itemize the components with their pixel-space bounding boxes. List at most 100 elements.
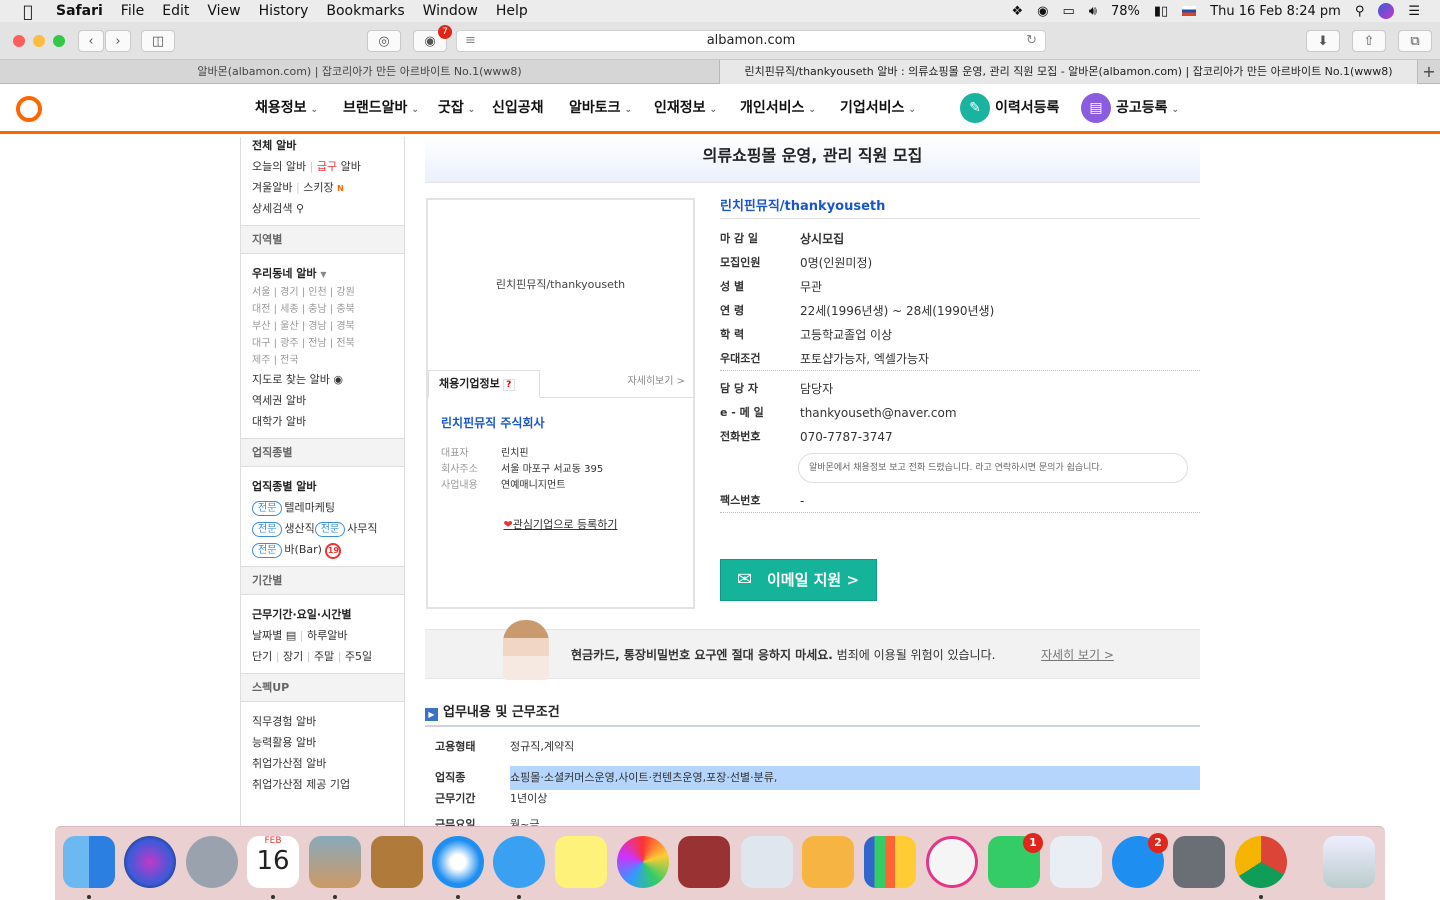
launchpad-icon[interactable] xyxy=(186,836,238,888)
warning-more-link[interactable]: 자세히 보기 > xyxy=(1041,630,1114,680)
preview-icon[interactable] xyxy=(309,836,361,888)
menu-app-name[interactable]: Safari xyxy=(56,3,103,19)
menu-view[interactable]: View xyxy=(207,3,240,19)
system-preferences-icon[interactable] xyxy=(1173,836,1225,888)
minimize-window-button[interactable] xyxy=(33,35,45,47)
spotlight-icon[interactable]: ⚲ xyxy=(1355,4,1365,19)
region-row[interactable]: 제주 | 전국 xyxy=(241,352,404,369)
adblock-extension-icon[interactable]: ◉ 7 xyxy=(413,25,452,52)
job-bar-link[interactable]: 전문 바(Bar) 19 xyxy=(241,539,404,560)
maps-icon[interactable] xyxy=(1050,836,1102,888)
tab-albamon-home[interactable]: 알바몬(albamon.com) | 잡코리아가 만든 아르바이트 No.1(w… xyxy=(0,60,720,84)
apple-icon[interactable]:  xyxy=(0,2,56,21)
company-info-tab[interactable]: 채용기업정보? xyxy=(428,370,540,398)
gnb-newcomer[interactable]: 신입공채 xyxy=(492,97,544,117)
email-apply-button[interactable]: ✉ 이메일 지원 > xyxy=(720,559,877,601)
reload-icon[interactable]: ↻ xyxy=(1026,31,1037,51)
tab-job-detail[interactable]: 린치핀뮤직/thankyouseth 알바 : 의류쇼핑몰 운영, 관리 직원 … xyxy=(720,60,1418,84)
spec-link[interactable]: 취업가산점 제공 기업 xyxy=(241,774,404,795)
gnb-talent[interactable]: 인재정보 ⌄ xyxy=(654,97,717,117)
job-telemarketing-link[interactable]: 전문 텔레마케팅 xyxy=(241,497,404,518)
itunes-icon[interactable] xyxy=(926,836,978,888)
forward-icon[interactable]: › xyxy=(105,30,131,52)
job-production-office-link[interactable]: 전문 생산직 전문 사무직 xyxy=(241,518,404,539)
my-area-link[interactable]: 우리동네 알바 ▼ xyxy=(241,263,404,284)
region-row[interactable]: 서울 | 경기 | 인천 | 강원 xyxy=(241,284,404,301)
address-bar[interactable]: ≡ albamon.com ↻ xyxy=(456,30,1046,52)
gnb-jobs[interactable]: 채용정보 ⌄ xyxy=(255,97,318,117)
employer-link[interactable]: 린치핀뮤직/thankyouseth xyxy=(720,195,1200,219)
company-name-link[interactable]: 린치핀뮤직 주식회사 xyxy=(441,414,545,431)
chrome-icon[interactable] xyxy=(1235,836,1287,888)
keynote-icon[interactable] xyxy=(741,836,793,888)
flag-icon[interactable] xyxy=(1182,6,1197,16)
reader-icon[interactable]: ≡ xyxy=(465,31,476,51)
spec-link[interactable]: 취업가산점 알바 xyxy=(241,753,404,774)
resume-icon[interactable]: ✎ xyxy=(960,93,990,123)
menu-help[interactable]: Help xyxy=(496,3,528,19)
detail-search-link[interactable]: 상세검색 ⚲ xyxy=(241,198,404,219)
grammarly-extension-icon[interactable]: ◎ xyxy=(367,30,401,52)
region-row[interactable]: 대구 | 광주 | 전남 | 전북 xyxy=(241,335,404,352)
region-row[interactable]: 대전 | 세종 | 충남 | 충북 xyxy=(241,301,404,318)
region-row[interactable]: 부산 | 울산 | 경남 | 경북 xyxy=(241,318,404,335)
siri-app-icon[interactable] xyxy=(124,836,176,888)
today-jobs-link[interactable]: 오늘의 알바 | 급구 알바 xyxy=(241,156,404,177)
menu-window[interactable]: Window xyxy=(423,3,478,19)
gnb-brand[interactable]: 브랜드알바 ⌄ xyxy=(343,97,419,117)
company-more-link[interactable]: 자세히보기 > xyxy=(627,370,685,394)
notification-center-icon[interactable]: ☰ xyxy=(1408,4,1420,19)
post-register-link[interactable]: 공고등록 ⌄ xyxy=(1116,97,1179,117)
favorite-company-link[interactable]: ❤관심기업으로 등록하기 xyxy=(428,516,693,532)
campus-jobs-link[interactable]: 대학가 알바 xyxy=(241,411,404,432)
sidebar-toggle-icon[interactable]: ◫ xyxy=(141,30,175,52)
spec-link[interactable]: 능력활용 알바 xyxy=(241,732,404,753)
messages-icon[interactable] xyxy=(493,836,545,888)
photos-icon[interactable] xyxy=(617,836,669,888)
share-icon[interactable]: ⇧ xyxy=(1352,30,1386,52)
winter-jobs-link[interactable]: 겨울알바 | 스키장 N xyxy=(241,177,404,198)
menu-edit[interactable]: Edit xyxy=(162,3,189,19)
resume-register-link[interactable]: 이력서등록 xyxy=(995,97,1059,117)
siri-icon[interactable] xyxy=(1378,3,1395,19)
trash-icon[interactable] xyxy=(1323,836,1375,888)
gnb-albatalk[interactable]: 알바토크 ⌄ xyxy=(569,97,632,117)
clock[interactable]: Thu 16 Feb 8:24 pm xyxy=(1210,4,1341,19)
new-tab-button[interactable]: + xyxy=(1418,60,1440,84)
numbers-icon[interactable] xyxy=(864,836,916,888)
finder-icon[interactable] xyxy=(63,836,115,888)
period-row-1[interactable]: 날짜별 ▤ | 하루알바 xyxy=(241,625,404,646)
close-window-button[interactable] xyxy=(13,35,25,47)
notes-icon[interactable] xyxy=(555,836,607,888)
back-icon[interactable]: ‹ xyxy=(78,30,104,52)
wifi-icon[interactable]: ◉ xyxy=(1037,4,1048,19)
period-row-2[interactable]: 단기 | 장기 | 주말 | 주5일 xyxy=(241,646,404,667)
map-jobs-link[interactable]: 지도로 찾는 알바 ◉ xyxy=(241,369,404,390)
post-icon[interactable]: ▤ xyxy=(1081,93,1111,123)
volume-icon[interactable]: 🔊︎ xyxy=(1089,4,1097,19)
tabs-overview-icon[interactable]: ⧉ xyxy=(1398,30,1432,52)
company-field: 회사주소 서울 마포구 서교동 395 xyxy=(441,464,604,475)
downloads-icon[interactable]: ⬇ xyxy=(1306,30,1340,52)
photo-booth-icon[interactable] xyxy=(678,836,730,888)
period-title[interactable]: 근무기간·요일·시간별 xyxy=(241,604,404,625)
battery-icon[interactable]: ▮▯ xyxy=(1154,4,1168,19)
contacts-icon[interactable] xyxy=(371,836,423,888)
pages-icon[interactable] xyxy=(802,836,854,888)
albamon-logo[interactable] xyxy=(16,96,42,122)
safari-app-icon[interactable] xyxy=(432,836,484,888)
gnb-business[interactable]: 기업서비스 ⌄ xyxy=(840,97,916,117)
menu-history[interactable]: History xyxy=(259,3,309,19)
station-jobs-link[interactable]: 역세권 알바 xyxy=(241,390,404,411)
spec-link[interactable]: 직무경험 알바 xyxy=(241,711,404,732)
job-type-title[interactable]: 업직종별 알바 xyxy=(241,476,404,497)
calendar-app-icon[interactable]: FEB 16 xyxy=(247,836,299,888)
dropbox-icon[interactable]: ❖ xyxy=(1011,4,1023,19)
gnb-personal[interactable]: 개인서비스 ⌄ xyxy=(740,97,816,117)
menu-file[interactable]: File xyxy=(121,3,144,19)
zoom-window-button[interactable] xyxy=(53,35,65,47)
airplay-icon[interactable]: ▭ xyxy=(1062,4,1074,19)
gnb-goodjob[interactable]: 굿잡 ⌄ xyxy=(438,97,475,117)
menu-bookmarks[interactable]: Bookmarks xyxy=(326,3,404,19)
all-jobs-link[interactable]: 전체 알바 xyxy=(241,137,404,156)
